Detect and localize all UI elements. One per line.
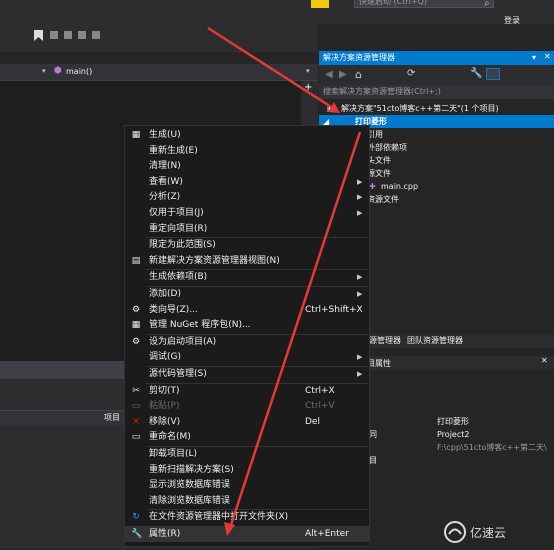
arrow-to-properties [228,131,362,529]
watermark-text: 亿速云 [470,526,507,540]
arrow-head [224,522,235,536]
arrow-to-project [207,26,337,112]
annotation-arrows [207,26,362,536]
watermark-logo [444,521,466,543]
